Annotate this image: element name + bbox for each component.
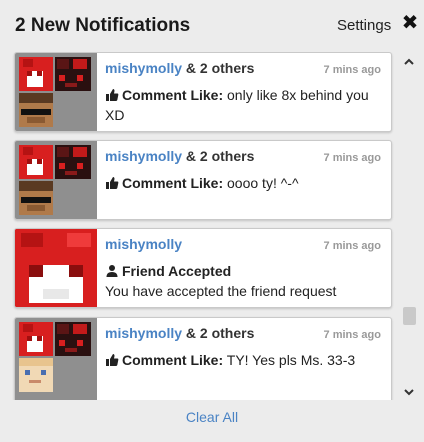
notification-item[interactable]: mishymolly & 2 others 7 mins ago Comment… — [14, 52, 392, 132]
notification-user-line: mishymolly 7 mins ago — [105, 235, 381, 253]
notification-user-line: mishymolly & 2 others 7 mins ago — [105, 324, 381, 342]
notification-message: You have accepted the friend request — [105, 283, 337, 299]
thumbs-up-icon — [106, 89, 119, 101]
chevron-down-icon[interactable] — [403, 386, 415, 398]
notification-user-line: mishymolly & 2 others 7 mins ago — [105, 59, 381, 77]
thumbs-up-icon — [106, 177, 119, 189]
chevron-up-icon[interactable] — [403, 56, 415, 68]
avatar-group — [15, 53, 97, 131]
page-title: 2 New Notifications — [15, 15, 191, 36]
others-link[interactable]: & 2 others — [186, 325, 254, 341]
scrollbar-thumb[interactable] — [403, 307, 416, 325]
notification-text: Comment Like: only like 8x behind you XD — [105, 85, 381, 125]
notification-text: Comment Like: TY! Yes pls Ms. 33-3 — [105, 350, 381, 370]
timestamp: 7 mins ago — [323, 329, 381, 341]
notification-text: Comment Like: oooo ty! ^-^ — [105, 173, 381, 193]
timestamp: 7 mins ago — [323, 240, 381, 252]
others-link[interactable]: & 2 others — [186, 60, 254, 76]
notification-item[interactable]: mishymolly & 2 others 7 mins ago Comment… — [14, 140, 392, 220]
notification-text: Friend Accepted You have accepted the fr… — [105, 261, 381, 301]
user-link[interactable]: mishymolly — [105, 60, 182, 76]
notification-content: mishymolly & 2 others 7 mins ago Comment… — [105, 147, 381, 193]
user-link[interactable]: mishymolly — [105, 325, 182, 341]
timestamp: 7 mins ago — [323, 64, 381, 76]
notification-content: mishymolly 7 mins ago Friend Accepted Yo… — [105, 235, 381, 301]
avatar-group — [15, 141, 97, 219]
scrollbar[interactable] — [400, 52, 418, 400]
avatar-icon — [19, 57, 91, 127]
avatar-group — [15, 318, 97, 400]
avatar-icon — [19, 145, 91, 215]
close-icon[interactable]: ✖ — [401, 13, 419, 33]
user-link[interactable]: mishymolly — [105, 236, 182, 252]
notification-type: Comment Like: — [122, 87, 224, 103]
clear-all-button[interactable]: Clear All — [0, 409, 424, 425]
others-link[interactable]: & 2 others — [186, 148, 254, 164]
thumbs-up-icon — [106, 354, 119, 366]
avatar-group — [15, 229, 97, 307]
notification-item[interactable]: mishymolly 7 mins ago Friend Accepted Yo… — [14, 228, 392, 308]
timestamp: 7 mins ago — [323, 152, 381, 164]
settings-link[interactable]: Settings — [337, 17, 391, 34]
notification-message: oooo ty! ^-^ — [227, 175, 299, 191]
notification-content: mishymolly & 2 others 7 mins ago Comment… — [105, 59, 381, 125]
avatar-icon — [19, 322, 91, 392]
avatar-icon — [15, 229, 97, 307]
notification-user-line: mishymolly & 2 others 7 mins ago — [105, 147, 381, 165]
notification-item[interactable]: mishymolly & 2 others 7 mins ago Comment… — [14, 317, 392, 400]
notification-content: mishymolly & 2 others 7 mins ago Comment… — [105, 324, 381, 370]
notification-list: mishymolly & 2 others 7 mins ago Comment… — [0, 52, 400, 400]
notification-message: TY! Yes pls Ms. 33-3 — [226, 352, 356, 368]
notifications-header: 2 New Notifications Settings ✖ — [0, 0, 424, 52]
notification-type: Comment Like: — [122, 175, 224, 191]
user-icon — [106, 265, 118, 277]
notification-type: Friend Accepted — [122, 263, 232, 279]
user-link[interactable]: mishymolly — [105, 148, 182, 164]
notification-type: Comment Like: — [122, 352, 224, 368]
